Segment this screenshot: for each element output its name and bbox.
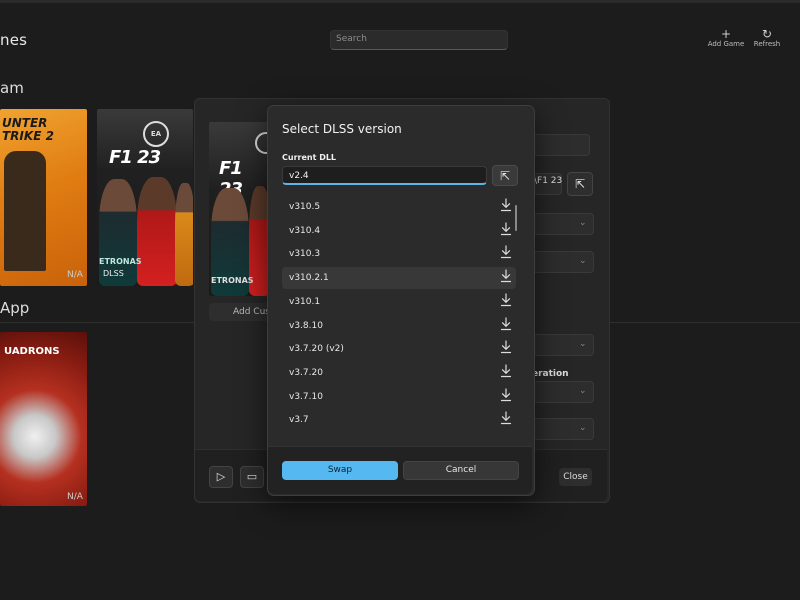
title-bar-strip — [0, 0, 800, 3]
chevron-down-icon: ⌄ — [579, 256, 587, 266]
version-list-item[interactable]: v310.3 — [282, 243, 516, 265]
f1-sponsor: ETRONAS — [99, 257, 142, 266]
close-details-button[interactable]: Close — [559, 468, 592, 486]
game-card-cs2[interactable]: UNTER TRIKE 2 N/A — [0, 109, 87, 286]
frame-gen-dropdown[interactable]: ⌄ — [530, 381, 594, 403]
details-sponsor: ETRONAS — [211, 276, 254, 285]
version-list-item[interactable]: v310.5 — [282, 196, 516, 218]
download-icon[interactable] — [500, 387, 514, 407]
version-label: v3.7.10 — [289, 391, 323, 402]
game-card-squadrons[interactable]: UADRONS N/A — [0, 332, 87, 506]
refresh-icon: ↻ — [761, 27, 773, 41]
ea-logo: EA — [143, 121, 169, 147]
download-icon[interactable] — [500, 197, 514, 217]
xess-dropdown[interactable]: ⌄ — [530, 334, 594, 356]
driver-2 — [137, 177, 177, 286]
download-icon[interactable] — [500, 244, 514, 264]
search-placeholder: Search — [336, 34, 367, 44]
version-label: v310.5 — [289, 202, 321, 212]
download-icon[interactable] — [500, 316, 514, 336]
chevron-down-icon: ⌄ — [579, 423, 587, 433]
chevron-down-icon: ⌄ — [579, 218, 587, 228]
dlss-dropdown[interactable]: ⌄ — [530, 213, 594, 235]
launch-game-button[interactable]: ▷ — [209, 466, 233, 488]
cs2-title-line2: TRIKE 2 — [2, 129, 54, 143]
section-title-steam: am — [0, 79, 24, 97]
section-title-app: App — [0, 299, 30, 317]
driver-3 — [175, 183, 193, 286]
version-list-item[interactable]: v310.1 — [282, 291, 516, 313]
details-cover-f1-23: F1 23 ETRONAS — [209, 122, 269, 296]
refresh-button[interactable]: ↻ Refresh — [750, 28, 784, 48]
game-card-f1-23[interactable]: EA F1 23 ETRONAS DLSS — [97, 109, 193, 286]
swap-button[interactable]: Swap — [282, 461, 398, 480]
version-list-item[interactable]: v3.7.20 — [282, 362, 516, 384]
note-icon: ▭ — [246, 470, 258, 483]
add-game-button[interactable]: + Add Game — [706, 28, 746, 48]
version-label: v3.7.20 — [289, 367, 323, 378]
cs2-character — [4, 151, 46, 271]
download-icon[interactable] — [500, 221, 514, 241]
open-external-icon: ⇱ — [499, 169, 511, 183]
cancel-button[interactable]: Cancel — [403, 461, 519, 480]
current-dll-field[interactable] — [282, 166, 487, 185]
refresh-label: Refresh — [753, 40, 781, 48]
version-list-item[interactable]: v310.4 — [282, 220, 516, 242]
extra-dropdown[interactable]: ⌄ — [530, 418, 594, 440]
version-label: v310.4 — [289, 225, 321, 236]
download-icon[interactable] — [500, 292, 514, 312]
add-custom-cover-button[interactable]: Add Custom — [209, 303, 269, 321]
list-scrollbar[interactable] — [515, 205, 517, 231]
version-label: v3.7 — [289, 415, 309, 426]
open-path-button[interactable]: ⇱ — [567, 172, 593, 196]
dialog-title: Select DLSS version — [282, 122, 402, 136]
download-icon[interactable] — [500, 339, 514, 359]
version-list-item[interactable]: v3.7.10 — [282, 386, 516, 408]
cs2-title: UNTER TRIKE 2 — [2, 117, 54, 143]
version-label: v310.3 — [289, 249, 321, 260]
chevron-down-icon: ⌄ — [579, 339, 587, 349]
chevron-down-icon: ⌄ — [579, 386, 587, 396]
download-icon[interactable] — [500, 268, 514, 288]
squadrons-title: UADRONS — [4, 346, 60, 357]
current-dll-label: Current DLL — [282, 153, 337, 162]
version-label: v3.8.10 — [289, 320, 323, 331]
version-label: v310.1 — [289, 296, 321, 307]
current-dll-value: v2.4 — [289, 171, 309, 181]
dlss-badge: DLSS — [103, 269, 124, 278]
download-icon[interactable] — [500, 410, 514, 430]
play-icon: ▷ — [216, 470, 226, 483]
fsr-dropdown[interactable]: ⌄ — [530, 251, 594, 273]
version-list-item[interactable]: v3.7.20 (v2) — [282, 338, 516, 360]
open-dll-folder-button[interactable]: ⇱ — [492, 165, 518, 186]
cs2-status: N/A — [67, 270, 83, 280]
version-list-item[interactable]: v310.2.1 — [282, 267, 516, 290]
frame-generation-label: eration — [532, 369, 569, 379]
game-name-field[interactable] — [530, 134, 590, 156]
f1-logo: F1 23 — [109, 147, 161, 168]
version-list-item[interactable]: v3.7 — [282, 409, 516, 431]
dlss-version-list[interactable]: v310.5 v310.4 v310.3 v310.2.1 v310.1 v3.8.10 v… — [282, 196, 520, 432]
version-list-item[interactable]: v3.8.10 — [282, 315, 516, 337]
version-label: v3.7.20 (v2) — [289, 344, 344, 355]
install-path-value: \F1 23 — [534, 176, 563, 186]
page-title: nes — [0, 31, 28, 49]
plus-icon: + — [720, 27, 732, 41]
squadrons-status: N/A — [67, 492, 83, 502]
add-game-label: Add Game — [707, 40, 745, 48]
open-external-icon: ⇱ — [574, 177, 586, 191]
download-icon[interactable] — [500, 363, 514, 383]
notes-button[interactable]: ▭ — [240, 466, 264, 488]
version-label: v310.2.1 — [289, 273, 329, 284]
